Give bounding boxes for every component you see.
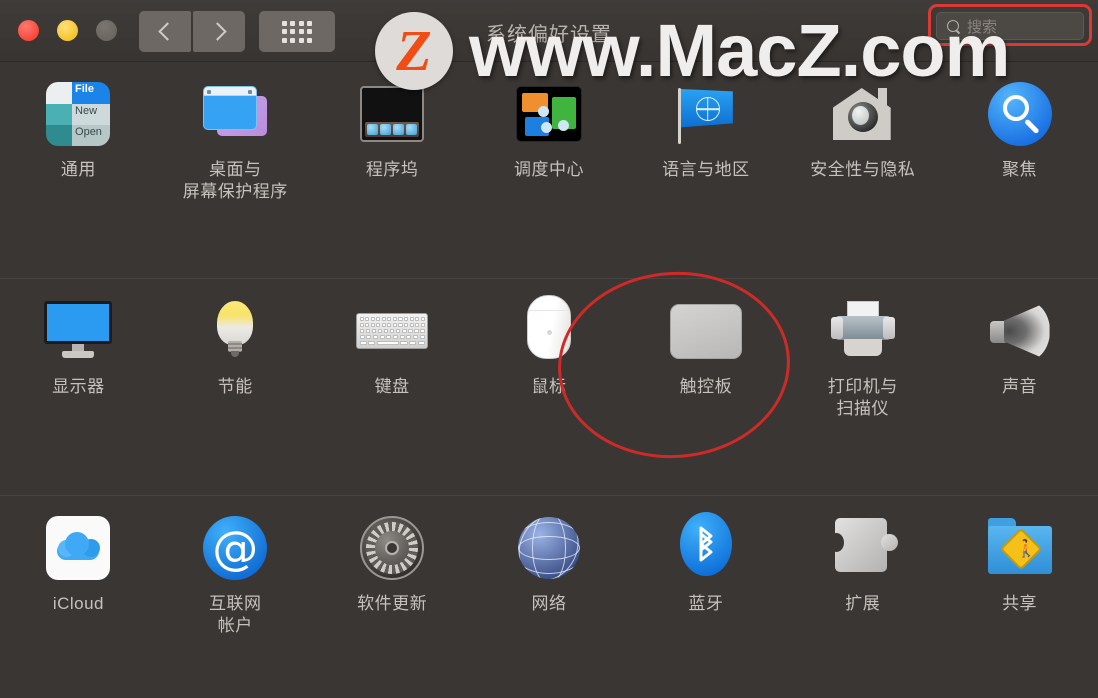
software-update-icon (356, 512, 428, 584)
pane-label: 键盘 (374, 377, 410, 396)
desktop-screensaver-icon (199, 78, 271, 150)
pane-label: 声音 (1002, 377, 1038, 396)
network-icon (513, 512, 585, 584)
trackpad-icon (669, 295, 742, 367)
pref-pane-extensions[interactable]: 扩展 (784, 496, 941, 692)
pane-label: 触控板 (679, 377, 733, 396)
system-preferences-window: 系统偏好设置 搜索 File New Open 通用 桌面与 屏幕保护程序 程序… (0, 0, 1098, 698)
bluetooth-icon (670, 512, 742, 584)
icloud-icon (42, 512, 114, 584)
language-region-icon (670, 78, 742, 150)
pane-label: 桌面与 屏幕保护程序 (182, 160, 288, 201)
keyboard-icon (356, 295, 429, 367)
pref-pane-icloud[interactable]: iCloud (0, 496, 157, 692)
pref-pane-keyboard[interactable]: 键盘 (314, 279, 471, 495)
mouse-icon (513, 295, 585, 367)
pane-label: 共享 (1002, 594, 1038, 613)
pref-pane-software-update[interactable]: 软件更新 (314, 496, 471, 692)
extensions-icon (827, 512, 899, 584)
printers-scanners-icon (827, 295, 899, 367)
general-icon: File New Open (42, 78, 114, 150)
pref-pane-energy-saver[interactable]: 节能 (157, 279, 314, 495)
displays-icon (42, 295, 114, 367)
pane-label: 蓝牙 (688, 594, 724, 613)
pane-label: 语言与地区 (662, 160, 750, 179)
pref-pane-dock[interactable]: 程序坞 (314, 62, 471, 278)
energy-saver-icon (199, 295, 271, 367)
section-internet-wireless: iCloud @ 互联网 帐户 软件更新 网络 蓝牙 扩展 共享 (0, 495, 1098, 692)
preference-panes-grid: File New Open 通用 桌面与 屏幕保护程序 程序坞 调度中心 语言与… (0, 62, 1098, 698)
pref-pane-network[interactable]: 网络 (471, 496, 628, 692)
section-hardware: 显示器 节能 键盘 鼠标 触控板 打印机与 扫描仪 声音 (0, 278, 1098, 495)
section-personal: File New Open 通用 桌面与 屏幕保护程序 程序坞 调度中心 语言与… (0, 62, 1098, 278)
pane-label: 鼠标 (531, 377, 567, 396)
mission-control-icon (513, 78, 585, 150)
spotlight-icon (984, 78, 1056, 150)
pref-pane-bluetooth[interactable]: 蓝牙 (627, 496, 784, 692)
search-placeholder: 搜索 (967, 18, 998, 36)
pane-label: 安全性与隐私 (810, 160, 916, 179)
pane-label: iCloud (52, 594, 105, 613)
pane-label: 显示器 (52, 377, 105, 396)
pane-label: 程序坞 (365, 160, 419, 179)
pane-label: 软件更新 (357, 594, 428, 613)
sharing-icon: 🚶 (984, 512, 1056, 584)
pref-pane-sound[interactable]: 声音 (941, 279, 1098, 495)
pane-label: 聚焦 (1002, 160, 1038, 179)
window-title: 系统偏好设置 (486, 24, 612, 46)
pref-pane-trackpad[interactable]: 触控板 (627, 279, 784, 495)
pref-pane-mouse[interactable]: 鼠标 (471, 279, 628, 495)
internet-accounts-icon: @ (199, 512, 271, 584)
pref-pane-spotlight[interactable]: 聚焦 (941, 62, 1098, 278)
pref-pane-desktop-screensaver[interactable]: 桌面与 屏幕保护程序 (157, 62, 314, 278)
pref-pane-internet-accounts[interactable]: @ 互联网 帐户 (157, 496, 314, 692)
pane-label: 节能 (217, 377, 253, 396)
pane-label: 互联网 帐户 (209, 594, 262, 635)
sound-icon (984, 295, 1056, 367)
pref-pane-sharing[interactable]: 🚶 共享 (941, 496, 1098, 692)
window-toolbar: 系统偏好设置 搜索 (0, 0, 1098, 62)
pref-pane-printers-scanners[interactable]: 打印机与 扫描仪 (784, 279, 941, 495)
pane-label: 扩展 (845, 594, 881, 613)
pref-pane-displays[interactable]: 显示器 (0, 279, 157, 495)
search-icon (947, 19, 960, 33)
search-input[interactable]: 搜索 (936, 12, 1084, 40)
pane-label: 打印机与 扫描仪 (827, 377, 898, 418)
pref-pane-general[interactable]: File New Open 通用 (0, 62, 157, 278)
pane-label: 通用 (60, 160, 96, 179)
security-privacy-icon (827, 78, 899, 150)
pane-label: 调度中心 (513, 160, 584, 179)
pref-pane-mission-control[interactable]: 调度中心 (471, 62, 628, 278)
pref-pane-language-region[interactable]: 语言与地区 (627, 62, 784, 278)
dock-icon (356, 78, 428, 150)
pref-pane-security-privacy[interactable]: 安全性与隐私 (784, 62, 941, 278)
pane-label: 网络 (531, 594, 567, 613)
